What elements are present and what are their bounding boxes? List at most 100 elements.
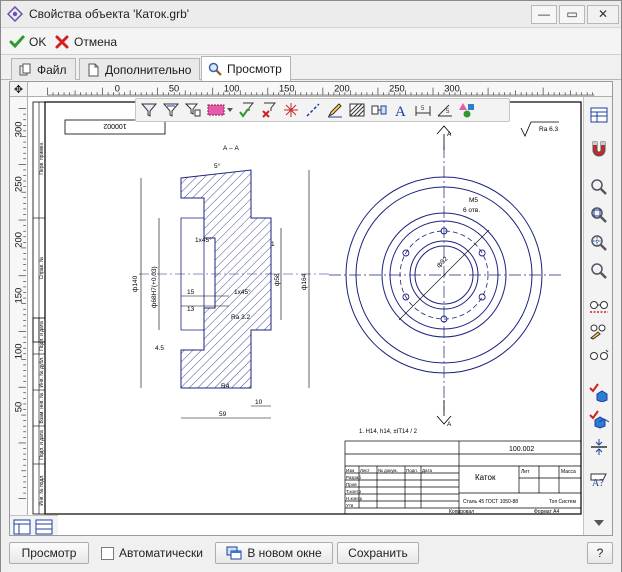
zoom-window-icon[interactable] <box>589 205 609 225</box>
zoom-icon[interactable] <box>589 261 609 281</box>
magnet-icon[interactable] <box>589 139 609 159</box>
tech-note: 1. Н14, h14, ±IT14 / 2 <box>359 429 418 435</box>
mass-label: Масса <box>561 469 576 475</box>
ok-label: OK <box>29 35 47 49</box>
roughness-corner: Ra 6.3 <box>539 126 559 133</box>
ruler-h-150: 150 <box>279 83 295 93</box>
stamp-row-5: Утв <box>346 503 354 508</box>
chamfer-dim-2: 1x45° <box>234 288 251 296</box>
horizontal-ruler: 0 50 100 150 200 250 300 <box>28 82 612 97</box>
cancel-label: Отмена <box>74 35 118 49</box>
stamp-col-1: № докум. <box>378 468 398 473</box>
preview-workspace: ✥ 0 50 100 150 200 250 300 300 250 200 1… <box>9 81 613 536</box>
ruler-h-0: 0 <box>115 83 120 93</box>
glasses-settings-icon[interactable] <box>589 347 609 367</box>
side-label-0: Перв. примен. <box>39 141 45 174</box>
filter-icon[interactable] <box>139 100 159 120</box>
title-bar[interactable]: Свойства объекта 'Каток.grb' — ▭ ✕ <box>1 1 621 28</box>
thread-note: М5 <box>469 197 478 204</box>
side-label-6: Инв. № подл. <box>39 474 45 505</box>
technical-drawing: Перв. примен. Справ. № Подп. и дата Инв.… <box>32 101 582 515</box>
line-icon[interactable] <box>303 100 323 120</box>
section-mark-top: А <box>447 131 452 138</box>
preview-button[interactable]: Просмотр <box>9 542 89 564</box>
hatch-icon[interactable] <box>347 100 367 120</box>
color-select-icon[interactable] <box>205 100 235 120</box>
section-view: А – А 5° 1x45° 1x45° ф140 ф68Н7(+0,03) ф… <box>132 145 329 419</box>
pan-icon[interactable]: ✥ <box>10 82 28 97</box>
auto-checkbox-label: Автоматически <box>119 546 203 560</box>
properties-window: Свойства объекта 'Каток.grb' — ▭ ✕ OK От… <box>0 0 622 572</box>
glasses-icon[interactable] <box>589 297 609 317</box>
dim-13: 13 <box>187 306 195 313</box>
dim-4-5: 4.5 <box>155 345 164 352</box>
new-window-label: В новом окне <box>247 546 322 560</box>
side-label-4: Взам. инв. № <box>39 393 45 424</box>
ruler-h-200: 200 <box>334 83 350 93</box>
stamp-row-1: Разраб <box>346 475 361 480</box>
dim-r4: R4 <box>221 383 230 390</box>
svg-text:5: 5 <box>446 109 450 115</box>
zoom-area-icon[interactable] <box>589 233 609 253</box>
zoom-fit-icon[interactable] <box>589 177 609 197</box>
magnifier-icon <box>208 62 222 76</box>
align-center-icon[interactable] <box>589 437 609 457</box>
page-layout-icon[interactable] <box>13 519 31 535</box>
drawing-canvas[interactable]: Перв. примен. Справ. № Подп. и дата Инв.… <box>29 98 582 517</box>
ruler-h-50: 50 <box>169 83 179 93</box>
bottom-action-bar: Просмотр Автоматически В новом окне Сохр… <box>1 538 621 572</box>
save-button[interactable]: Сохранить <box>337 542 419 564</box>
ruler-v-250: 250 <box>13 176 24 192</box>
point-icon[interactable] <box>281 100 301 120</box>
ruler-v-300: 300 <box>13 122 24 138</box>
holes-note: 6 отв. <box>463 207 480 214</box>
table-view-icon[interactable] <box>589 105 609 125</box>
text-icon[interactable]: A <box>391 100 411 120</box>
section-mark-bottom: А <box>447 421 452 428</box>
tab-preview-label: Просмотр <box>227 62 282 76</box>
tab-file[interactable]: Файл <box>11 58 76 80</box>
dim-1: 1 <box>271 241 275 248</box>
cancel-button[interactable]: Отмена <box>54 32 117 52</box>
tab-additional-label: Дополнительно <box>105 62 192 77</box>
help-button-label: ? <box>596 546 604 560</box>
tab-additional[interactable]: Дополнительно <box>79 58 201 80</box>
doc-code-rotated: 100002 <box>103 122 126 129</box>
dimension-icon[interactable]: 5 <box>413 100 433 120</box>
check-cube-icon[interactable] <box>589 382 609 402</box>
new-window-button[interactable]: В новом окне <box>215 542 333 564</box>
dim-d68: ф68Н7(+0,03) <box>151 266 158 308</box>
stamp-col-0: Лист <box>360 468 370 473</box>
stamp-col-3: Дата <box>422 468 432 473</box>
tab-preview[interactable]: Просмотр <box>201 56 291 81</box>
minimize-button[interactable]: — <box>531 5 557 24</box>
check-cube-multi-icon[interactable] <box>589 409 609 429</box>
side-label-3: Инв. № дубл. <box>39 357 45 388</box>
svg-text:A: A <box>395 104 406 118</box>
part-name: Каток <box>475 473 496 482</box>
filter-layers-icon[interactable] <box>183 100 203 120</box>
angle-dim: 5° <box>214 162 221 170</box>
angle-dimension-icon[interactable]: 5 <box>435 100 455 120</box>
auto-checkbox-box[interactable] <box>101 546 115 560</box>
glasses-pen-icon[interactable] <box>589 321 609 341</box>
file-icon <box>19 63 31 75</box>
ruler-v-50: 50 <box>13 402 24 413</box>
auto-checkbox[interactable]: Автоматически <box>93 542 211 564</box>
pen-icon[interactable] <box>325 100 345 120</box>
filter-apply-icon[interactable] <box>237 100 257 120</box>
fragment-icon[interactable] <box>369 100 389 120</box>
help-button[interactable]: ? <box>587 542 613 564</box>
ok-button[interactable]: OK <box>9 32 46 52</box>
scroll-down-icon[interactable] <box>589 517 609 529</box>
model-layout-icon[interactable] <box>35 519 53 535</box>
format-label: Формат А4 <box>534 509 559 515</box>
shapes-icon[interactable] <box>457 100 477 120</box>
filter-add-icon[interactable] <box>161 100 181 120</box>
side-label-2: Подп. и дата <box>39 321 45 351</box>
maximize-button[interactable]: ▭ <box>559 5 585 24</box>
text-style-icon[interactable]: A? <box>589 469 609 489</box>
close-button[interactable]: ✕ <box>587 5 619 24</box>
filter-clear-icon[interactable] <box>259 100 279 120</box>
new-window-icon <box>226 546 242 560</box>
